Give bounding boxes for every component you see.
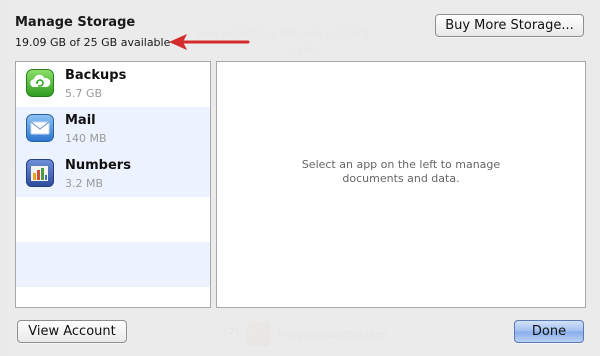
app-row-numbers[interactable]: Numbers 3.2 MB: [16, 152, 210, 197]
app-name: Numbers: [65, 158, 131, 173]
view-account-button[interactable]: View Account: [17, 320, 127, 343]
buy-more-storage-button[interactable]: Buy More Storage...: [435, 14, 584, 37]
app-size: 140 MB: [65, 132, 107, 145]
mail-icon: [26, 114, 54, 142]
done-button[interactable]: Done: [514, 320, 584, 343]
app-storage-list[interactable]: Backups 5.7 GB Mail 140 MB Numbers 3.2 M…: [15, 61, 211, 308]
app-row-mail[interactable]: Mail 140 MB: [16, 107, 210, 152]
dialog-title: Manage Storage: [15, 15, 136, 30]
detail-placeholder-text: Select an app on the left to manage docu…: [301, 158, 501, 185]
storage-available-label: 19.09 GB of 25 GB available: [15, 36, 171, 49]
app-detail-panel: Select an app on the left to manage docu…: [216, 61, 586, 308]
app-name: Backups: [65, 68, 127, 83]
app-row-backups[interactable]: Backups 5.7 GB: [16, 62, 210, 107]
app-size: 5.7 GB: [65, 87, 103, 100]
numbers-icon: [26, 159, 54, 187]
app-size: 3.2 MB: [65, 177, 104, 190]
list-row-stripe: [16, 242, 210, 287]
app-name: Mail: [65, 113, 96, 128]
manage-storage-sheet: Manage Storage 19.09 GB of 25 GB availab…: [0, 0, 600, 356]
red-arrow-annotation: [169, 34, 250, 50]
backups-icon: [26, 69, 54, 97]
